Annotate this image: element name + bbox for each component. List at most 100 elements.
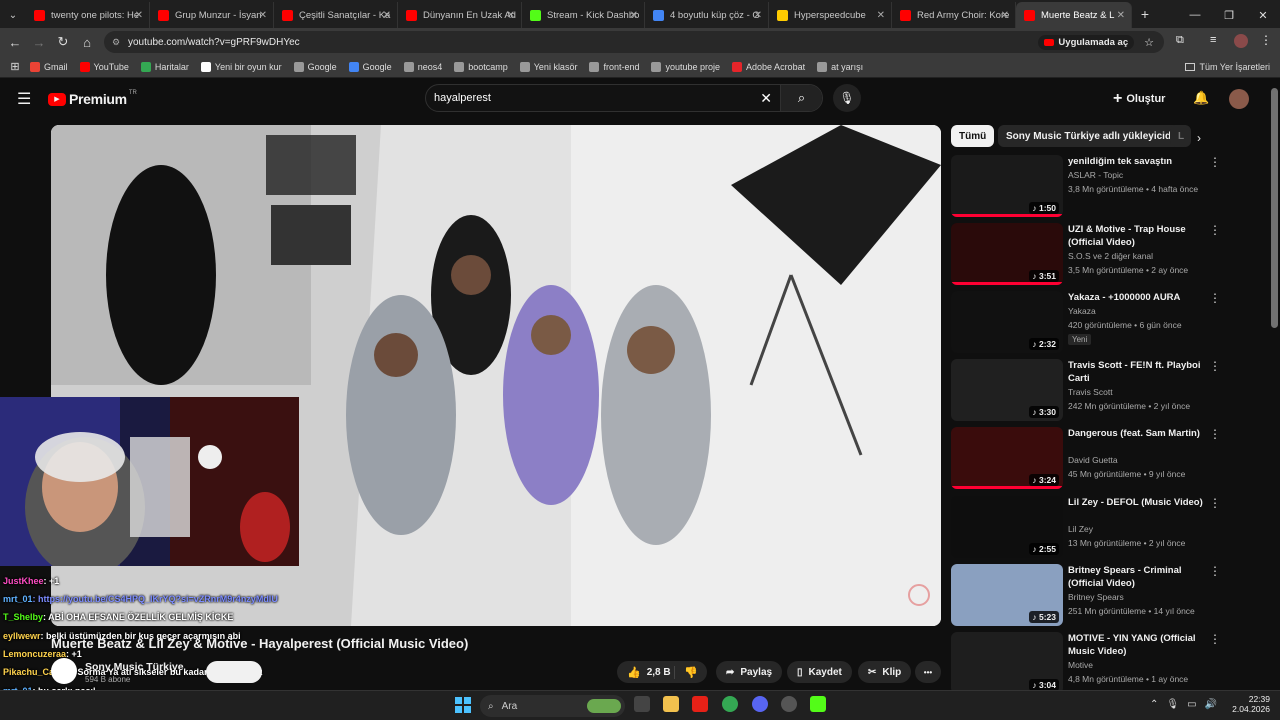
channel-name[interactable]: Sony Music Türkiye [85,661,184,673]
tab-close-icon[interactable]: ✕ [383,10,391,21]
video-menu-icon[interactable]: ⋮ [1209,427,1221,441]
share-button[interactable]: ➦ Paylaş [716,661,783,683]
browser-tab[interactable]: 4 boyutlu küp çöz - G ✕ [645,2,769,28]
bookmark-item[interactable]: YouTube [79,61,129,72]
recommended-video[interactable]: ♪ 2:32 Yakaza - +1000000 AURA Yakaza 420 gö… [951,291,1221,353]
site-info-icon[interactable]: ⚙ [112,37,120,48]
bookmark-item[interactable]: youtube proje [651,61,720,72]
video-channel[interactable]: Travis Scott [1068,387,1113,397]
video-title[interactable]: Travis Scott - FE!N ft. Playboi Carti [1068,359,1208,385]
video-channel[interactable]: Lil Zey [1068,524,1093,534]
clock[interactable]: 22:39 2.04.2026 [1228,694,1270,714]
recommended-video[interactable]: ♪ 3:51 UZI & Motive - Trap House (Officia… [951,223,1221,285]
kick-icon[interactable] [810,696,826,712]
dislike-button[interactable]: 👎 [675,666,707,679]
notifications-bell-icon[interactable]: 🔔 [1193,90,1209,106]
recommended-video[interactable]: ♪ 1:50 yenildiğim tek savaştın ASLAR - Top… [951,155,1221,217]
bookmark-item[interactable]: Adobe Acrobat [732,61,805,72]
chrome-icon[interactable] [722,696,738,712]
url-field[interactable]: ⚙ youtube.com/watch?v=gPRF9wDHYec Uygula… [104,31,1164,53]
browser-tab[interactable]: Hyperspeedcube ✕ [769,2,892,28]
video-thumbnail[interactable]: ♪ 3:51 [951,223,1063,285]
tab-close-icon[interactable]: ✕ [507,10,515,21]
search-button[interactable]: ⌕ [780,85,822,111]
network-icon[interactable]: ▭ [1187,699,1196,710]
chip-partial[interactable]: L [1170,125,1190,147]
youtube-logo[interactable]: ▶ Premium TR [48,90,137,107]
chat-username[interactable]: eyllwewr [3,631,41,641]
video-title[interactable]: Lil Zey - DEFOL (Music Video) [1068,496,1208,509]
recommended-video[interactable]: ♪ 2:55 Lil Zey - DEFOL (Music Video) Lil Z… [951,496,1221,558]
all-bookmarks-button[interactable]: Tüm Yer İşaretleri [1185,62,1270,72]
chip-all[interactable]: Tümü [951,125,995,147]
video-menu-icon[interactable]: ⋮ [1209,291,1221,305]
video-menu-icon[interactable]: ⋮ [1209,632,1221,646]
tray-overflow-icon[interactable]: ⌃ [1150,699,1158,710]
tab-close-icon[interactable]: ✕ [1117,10,1125,21]
bookmark-item[interactable]: Yeni bir oyun kur [200,61,282,72]
bookmark-item[interactable]: Gmail [30,61,68,72]
back-icon[interactable]: ← [3,35,27,50]
tray-mic-icon[interactable]: 🎙 [1166,699,1179,710]
reload-icon[interactable]: ↻ [51,34,75,50]
video-thumbnail[interactable]: ♪ 1:50 [951,155,1063,217]
bookmark-item[interactable]: Google [293,61,337,72]
browser-tab[interactable]: Stream - Kick Dashbo ✕ [522,2,645,28]
chat-username[interactable]: mrt_01 [3,594,33,604]
recommended-video[interactable]: ♪ 3:24 Dangerous (feat. Sam Martin) David … [951,427,1221,489]
volume-icon[interactable]: 🔊 [1205,699,1217,710]
chip-scroll-right-icon[interactable]: › [1197,131,1201,145]
bookmark-item[interactable]: Yeni klasör [519,61,577,72]
taskbar-search[interactable]: ⌕ Ara [480,695,625,717]
page-scrollbar[interactable] [1271,88,1278,328]
apps-grid-icon[interactable]: ⊞ [0,60,30,73]
restore-icon[interactable]: ❐ [1212,9,1246,22]
browser-menu-icon[interactable]: ⋮ [1260,33,1272,47]
tab-close-icon[interactable]: ✕ [877,10,885,21]
minimize-icon[interactable]: — [1178,9,1212,21]
recommended-video[interactable]: ♪ 3:04 MOTIVE - YIN YANG (Official Music … [951,632,1221,694]
video-channel[interactable]: David Guetta [1068,455,1118,465]
bookmark-item[interactable]: front-end [589,61,639,72]
media-control-icon[interactable]: ≡ [1210,34,1216,46]
discord-icon[interactable] [752,696,768,712]
video-thumbnail[interactable]: ♪ 3:04 [951,632,1063,694]
video-thumbnail[interactable]: ♪ 2:55 [951,496,1063,558]
browser-tab[interactable]: Grup Munzur - İsyan ✕ [150,2,274,28]
browser-tab[interactable]: Dünyanın En Uzak Ad ✕ [398,2,522,28]
video-thumbnail[interactable]: ♪ 3:30 [951,359,1063,421]
chat-username[interactable]: JustKhee [3,576,44,586]
subscribe-button[interactable] [206,661,262,683]
bookmark-item[interactable]: Google [348,61,392,72]
voice-search-icon[interactable]: 🎙 [833,84,861,112]
tab-close-icon[interactable]: ✕ [135,10,143,21]
browser-tab[interactable]: twenty one pilots: He ✕ [26,2,150,28]
bookmark-item[interactable]: bootcamp [454,61,508,72]
tab-close-icon[interactable]: ✕ [1001,10,1009,21]
video-title[interactable]: Yakaza - +1000000 AURA [1068,291,1208,304]
extensions-icon[interactable]: ⧉ [1176,34,1184,47]
video-menu-icon[interactable]: ⋮ [1209,223,1221,237]
account-avatar[interactable] [1229,89,1249,109]
video-thumbnail[interactable]: ♪ 3:24 [951,427,1063,489]
video-menu-icon[interactable]: ⋮ [1209,496,1221,510]
search-input[interactable]: hayalperest ✕ ⌕ [425,84,823,112]
video-title[interactable]: Britney Spears - Criminal (Official Vide… [1068,564,1208,590]
video-channel[interactable]: S.O.S ve 2 diğer kanal [1068,251,1153,261]
browser-tab[interactable]: Muerte Beatz & L ✕ [1016,2,1132,28]
windows-start-icon[interactable] [455,697,471,713]
taskbar-app-icon[interactable] [634,696,650,712]
video-title[interactable]: yenildiğim tek savaştın [1068,155,1208,168]
more-actions-button[interactable]: ••• [915,661,941,683]
video-thumbnail[interactable]: ♪ 5:23 [951,564,1063,626]
bookmark-item[interactable]: at yarışı [817,61,863,72]
video-channel[interactable]: Yakaza [1068,306,1096,316]
video-channel[interactable]: Motive [1068,660,1093,670]
file-explorer-icon[interactable] [663,696,679,712]
tab-close-icon[interactable]: ✕ [630,10,638,21]
home-icon[interactable]: ⌂ [75,35,99,50]
video-thumbnail[interactable]: ♪ 2:32 [951,291,1063,353]
open-in-app-button[interactable]: Uygulamada aç [1038,34,1135,50]
video-title[interactable]: MOTIVE - YIN YANG (Official Music Video) [1068,632,1208,658]
clip-button[interactable]: ✂ Klip [858,661,912,683]
